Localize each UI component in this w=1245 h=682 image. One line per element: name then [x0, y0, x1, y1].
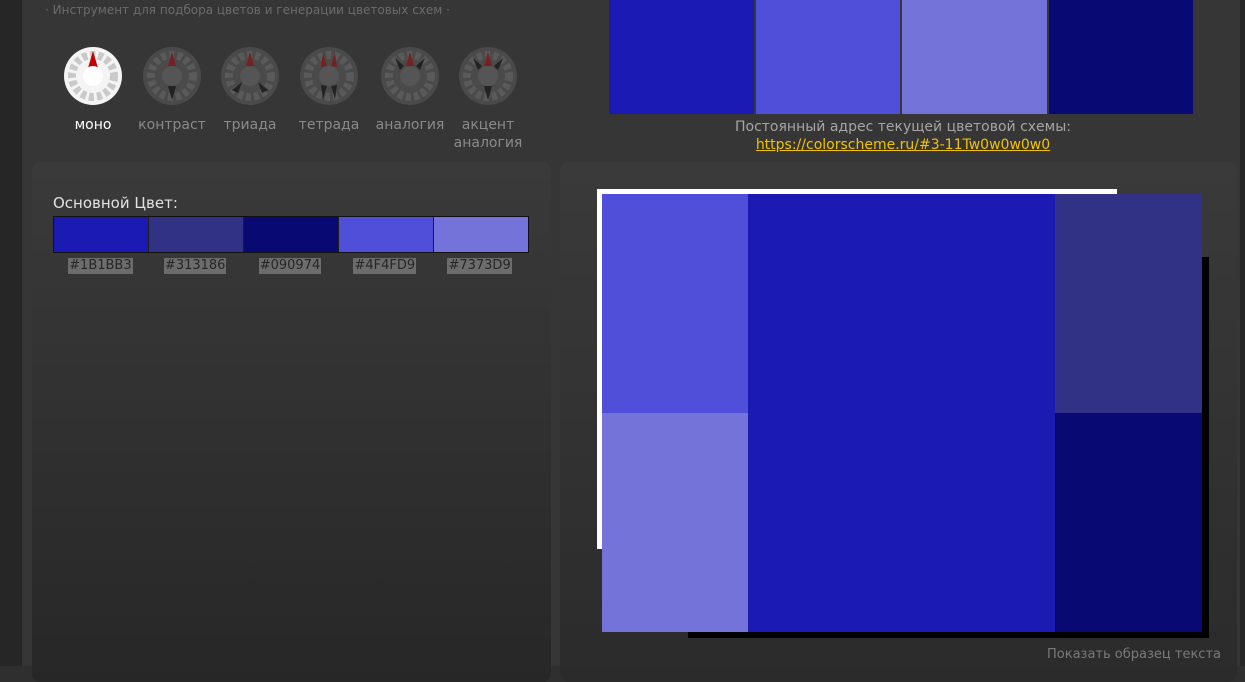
hex-code[interactable]: #4F4FD9: [353, 258, 417, 274]
preview-block-top-left: [602, 194, 748, 413]
preview-block-bottom-right: [1055, 413, 1202, 632]
show-sample-text-link[interactable]: Показать образец текста: [1047, 647, 1221, 662]
accent-analogy-wheel-icon: [459, 47, 517, 105]
scheme-swatch[interactable]: [902, 0, 1047, 114]
mode-contrast-label: контраст: [138, 117, 206, 133]
preview-block-center: [748, 194, 1055, 632]
mode-analogy-label: аналогия: [375, 117, 445, 133]
mode-tetrad-label: тетрада: [298, 117, 360, 133]
mode-accent-analogy-label: акцент аналогия: [453, 117, 523, 151]
mode-accent-analogy[interactable]: акцент аналогия: [448, 46, 528, 152]
hex-code[interactable]: #090974: [258, 258, 322, 274]
triad-wheel-icon: [221, 47, 279, 105]
tetrad-wheel-icon: [300, 47, 358, 105]
permalink-label: Постоянный адрес текущей цветовой схемы:: [734, 119, 1071, 135]
scheme-swatch[interactable]: [1048, 0, 1193, 114]
base-color-palette: [53, 216, 529, 253]
preview-block-top-right: [1055, 194, 1202, 413]
mode-contrast[interactable]: контраст: [132, 46, 212, 134]
mode-tetrad[interactable]: тетрада: [289, 46, 369, 134]
mode-analogy[interactable]: аналогия: [370, 46, 450, 134]
mode-triad[interactable]: триада: [210, 46, 290, 134]
hex-code[interactable]: #7373D9: [447, 258, 512, 274]
contrast-wheel-icon: [143, 47, 201, 105]
mono-wheel-icon: [64, 47, 122, 105]
scheme-swatch-strip: [609, 0, 1193, 114]
permalink-url[interactable]: https://colorscheme.ru/#3-11Tw0w0w0w0: [609, 137, 1197, 153]
page-right-edge: [1240, 0, 1245, 666]
mode-triad-label: триада: [223, 117, 277, 133]
palette-swatch[interactable]: [434, 217, 528, 252]
palette-swatch[interactable]: [339, 217, 434, 252]
palette-swatch[interactable]: [244, 217, 339, 252]
mode-mono-label: моно: [74, 117, 112, 133]
page-left-edge: [0, 0, 22, 666]
scheme-swatch[interactable]: [755, 0, 900, 114]
analogy-wheel-icon: [381, 47, 439, 105]
palette-swatch[interactable]: [149, 217, 244, 252]
preview-block-bottom-left: [602, 413, 748, 632]
hex-code[interactable]: #1B1BB3: [68, 258, 133, 274]
scheme-swatch[interactable]: [609, 0, 754, 114]
palette-swatch[interactable]: [54, 217, 149, 252]
hex-code[interactable]: #313186: [163, 258, 227, 274]
mode-mono[interactable]: моно: [53, 46, 133, 134]
tool-subtitle: · Инструмент для подбора цветов и генера…: [45, 3, 450, 17]
hex-code-row: #1B1BB3 #313186 #090974 #4F4FD9 #7373D9: [53, 254, 527, 274]
base-color-title: Основной Цвет:: [53, 194, 178, 212]
color-scheme-preview: [602, 194, 1202, 632]
